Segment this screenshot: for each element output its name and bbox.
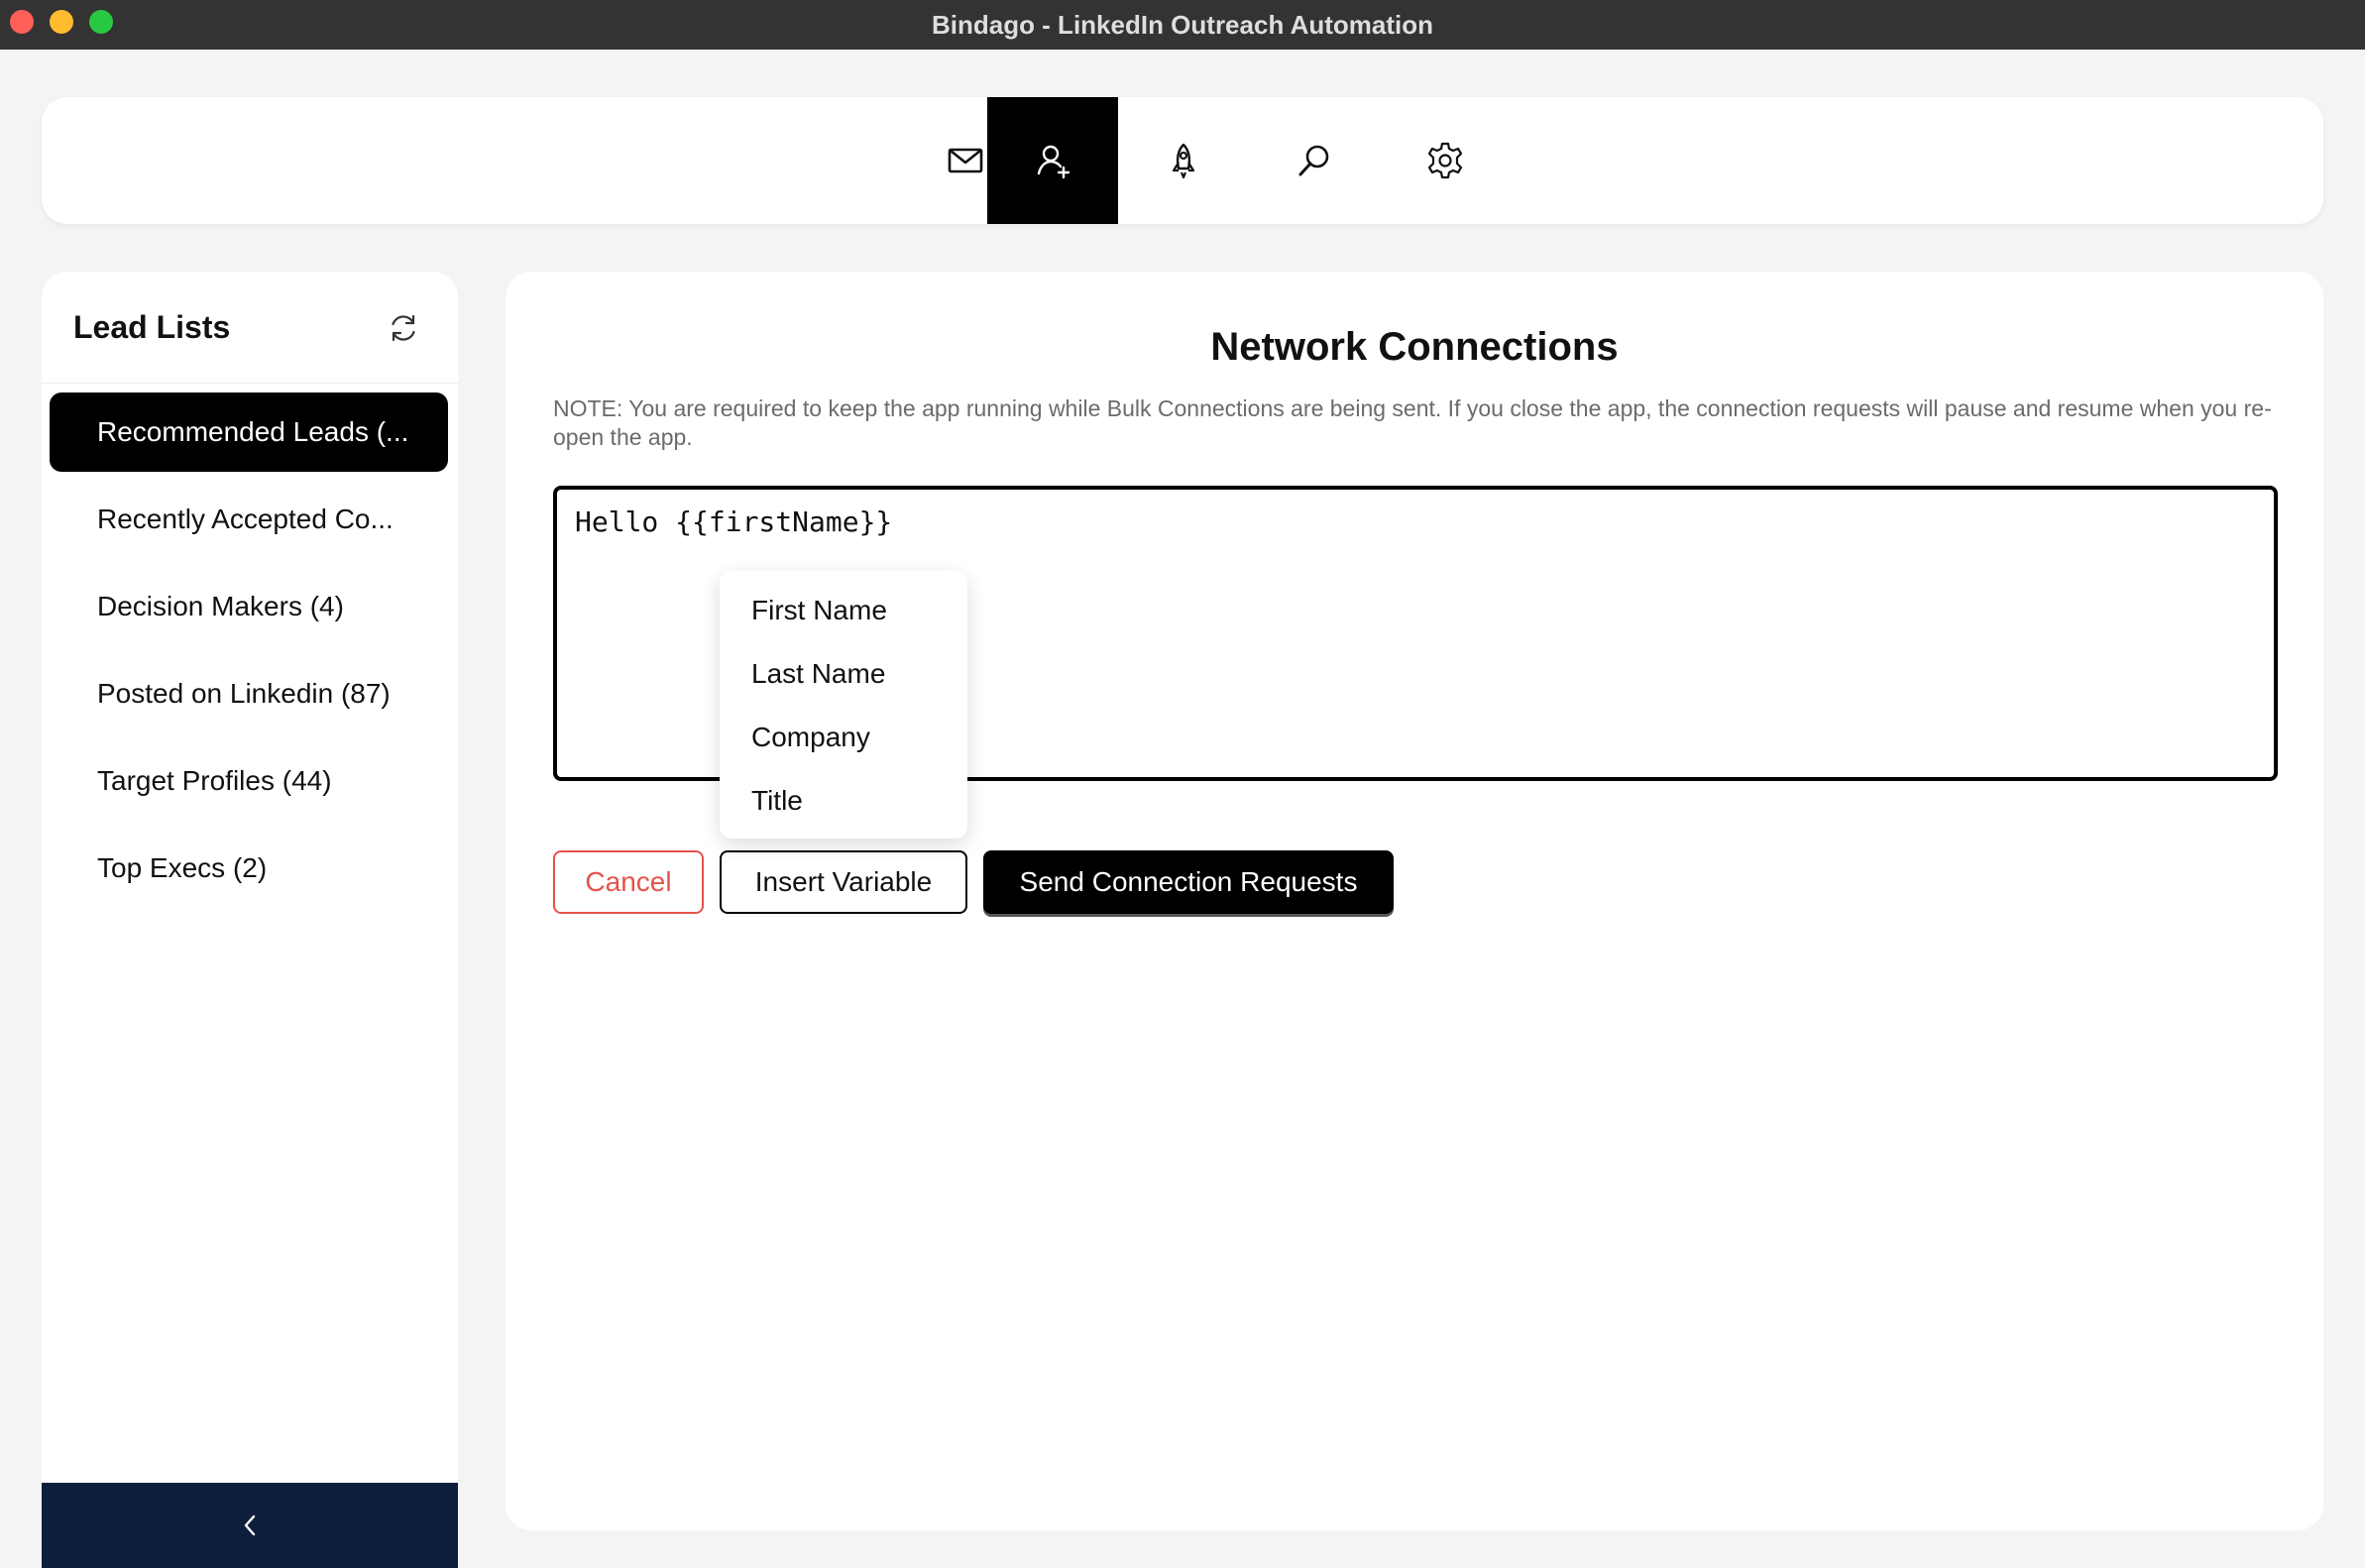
menu-item-title[interactable]: Title (720, 769, 967, 833)
close-window-button[interactable] (10, 10, 34, 34)
sidebar-item-label: Target Profiles (44) (97, 765, 332, 796)
sidebar-item-label: Recommended Leads (... (97, 416, 409, 447)
nav-settings-button[interactable] (1380, 97, 1511, 224)
mail-icon (948, 148, 983, 173)
insert-variable-button[interactable]: Insert Variable (720, 850, 967, 914)
chevron-left-icon (244, 1514, 256, 1536)
sidebar-item-recently-accepted[interactable]: Recently Accepted Co... (50, 480, 448, 559)
rocket-icon (1172, 143, 1195, 179)
sidebar-item-label: Decision Makers (4) (97, 591, 344, 621)
window-titlebar: Bindago - LinkedIn Outreach Automation (0, 0, 2365, 50)
window-title: Bindago - LinkedIn Outreach Automation (931, 9, 1434, 40)
network-connections-panel: Network Connections NOTE: You are requir… (506, 272, 2323, 1530)
add-person-icon (1037, 145, 1070, 179)
window-controls (10, 10, 113, 34)
sidebar-item-posted-on-linkedin[interactable]: Posted on Linkedin (87) (50, 654, 448, 733)
sidebar-title: Lead Lists (73, 309, 231, 345)
page-title: Network Connections (1210, 325, 1619, 369)
menu-item-last-name[interactable]: Last Name (720, 642, 967, 706)
settings-icon (1427, 142, 1463, 179)
sidebar-header: Lead Lists (42, 272, 458, 384)
nav-connections-button[interactable] (987, 97, 1118, 224)
sidebar-item-label: Recently Accepted Co... (97, 504, 394, 534)
search-icon (1298, 145, 1329, 176)
collapse-sidebar-button[interactable] (42, 1483, 458, 1568)
sidebar-item-top-execs[interactable]: Top Execs (2) (50, 829, 448, 908)
sidebar-item-label: Top Execs (2) (97, 852, 268, 883)
cancel-button[interactable]: Cancel (553, 850, 704, 914)
note-text: NOTE: You are required to keep the app r… (553, 395, 2272, 450)
lead-lists-sidebar: Lead Lists Recommended Leads (... Recent… (42, 272, 458, 1568)
minimize-window-button[interactable] (50, 10, 73, 34)
sidebar-item-target-profiles[interactable]: Target Profiles (44) (50, 741, 448, 821)
nav-search-button[interactable] (1249, 97, 1380, 224)
message-text: Hello {{firstName}} (575, 505, 893, 538)
insert-variable-menu: First Name Last Name Company Title (720, 571, 967, 839)
nav-campaigns-button[interactable] (1118, 97, 1249, 224)
sidebar-item-label: Posted on Linkedin (87) (97, 678, 391, 709)
sidebar-item-recommended-leads[interactable]: Recommended Leads (... (50, 392, 448, 472)
refresh-icon[interactable] (387, 311, 420, 345)
maximize-window-button[interactable] (89, 10, 113, 34)
sidebar-item-decision-makers[interactable]: Decision Makers (4) (50, 567, 448, 646)
menu-item-first-name[interactable]: First Name (720, 579, 967, 642)
top-nav (42, 97, 2323, 224)
send-connection-requests-button[interactable]: Send Connection Requests (983, 850, 1394, 914)
menu-item-company[interactable]: Company (720, 706, 967, 769)
